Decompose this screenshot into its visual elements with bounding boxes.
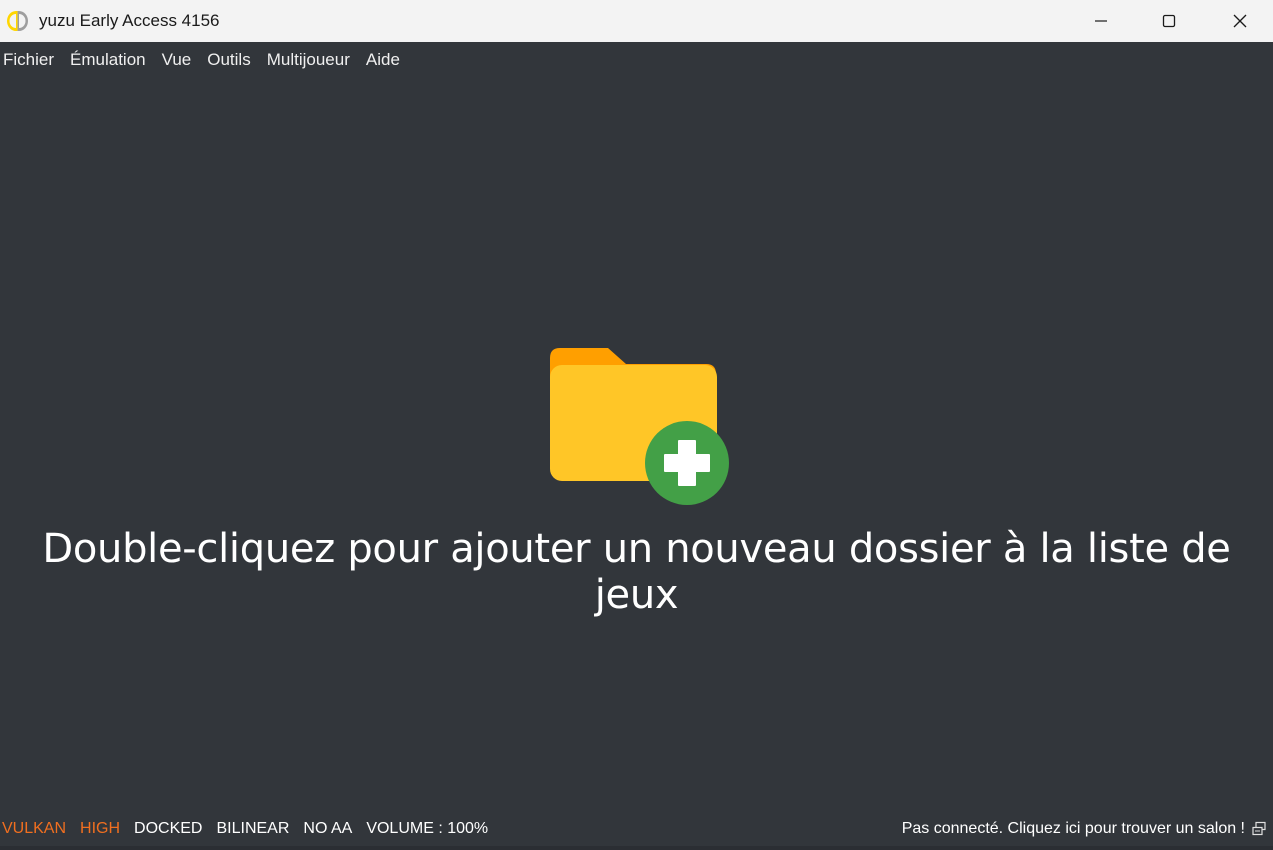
window-bottom-border <box>0 846 1273 850</box>
maximize-icon <box>1162 14 1176 28</box>
filter-status[interactable]: BILINEAR <box>216 812 289 846</box>
menu-bar: Fichier Émulation Vue Outils Multijoueur… <box>0 42 1273 78</box>
menu-file[interactable]: Fichier <box>0 42 58 78</box>
game-list-placeholder[interactable]: Double-cliquez pour ajouter un nouveau d… <box>0 78 1273 812</box>
close-icon <box>1233 14 1247 28</box>
graphics-api-status[interactable]: VULKAN <box>2 812 66 846</box>
anti-aliasing-status[interactable]: NO AA <box>303 812 352 846</box>
menu-tools[interactable]: Outils <box>203 42 254 78</box>
volume-status[interactable]: VOLUME : 100% <box>366 812 488 846</box>
network-status-text[interactable]: Pas connecté. Cliquez ici pour trouver u… <box>902 812 1245 846</box>
gpu-accuracy-status[interactable]: HIGH <box>80 812 120 846</box>
folder-add-icon <box>550 348 729 505</box>
network-status[interactable]: Pas connecté. Cliquez ici pour trouver u… <box>902 812 1267 846</box>
menu-help[interactable]: Aide <box>362 42 404 78</box>
status-indicators: VULKAN HIGH DOCKED BILINEAR NO AA VOLUME… <box>2 812 502 846</box>
title-bar[interactable]: yuzu Early Access 4156 <box>0 0 1273 42</box>
yuzu-logo-icon <box>7 11 28 31</box>
menu-view[interactable]: Vue <box>158 42 196 78</box>
network-disconnected-icon[interactable] <box>1251 821 1267 837</box>
minimize-icon <box>1095 20 1107 22</box>
maximize-button[interactable] <box>1134 0 1204 42</box>
window-title: yuzu Early Access 4156 <box>39 11 220 30</box>
dock-mode-status[interactable]: DOCKED <box>134 812 202 846</box>
status-bar: VULKAN HIGH DOCKED BILINEAR NO AA VOLUME… <box>0 812 1273 846</box>
menu-emulation[interactable]: Émulation <box>66 42 150 78</box>
menu-multiplayer[interactable]: Multijoueur <box>263 42 354 78</box>
main-window: yuzu Early Access 4156 Fichier Émulation… <box>0 0 1273 850</box>
minimize-button[interactable] <box>1066 0 1136 42</box>
close-button[interactable] <box>1205 0 1273 42</box>
add-folder-placeholder-text: Double-cliquez pour ajouter un nouveau d… <box>42 526 1231 618</box>
